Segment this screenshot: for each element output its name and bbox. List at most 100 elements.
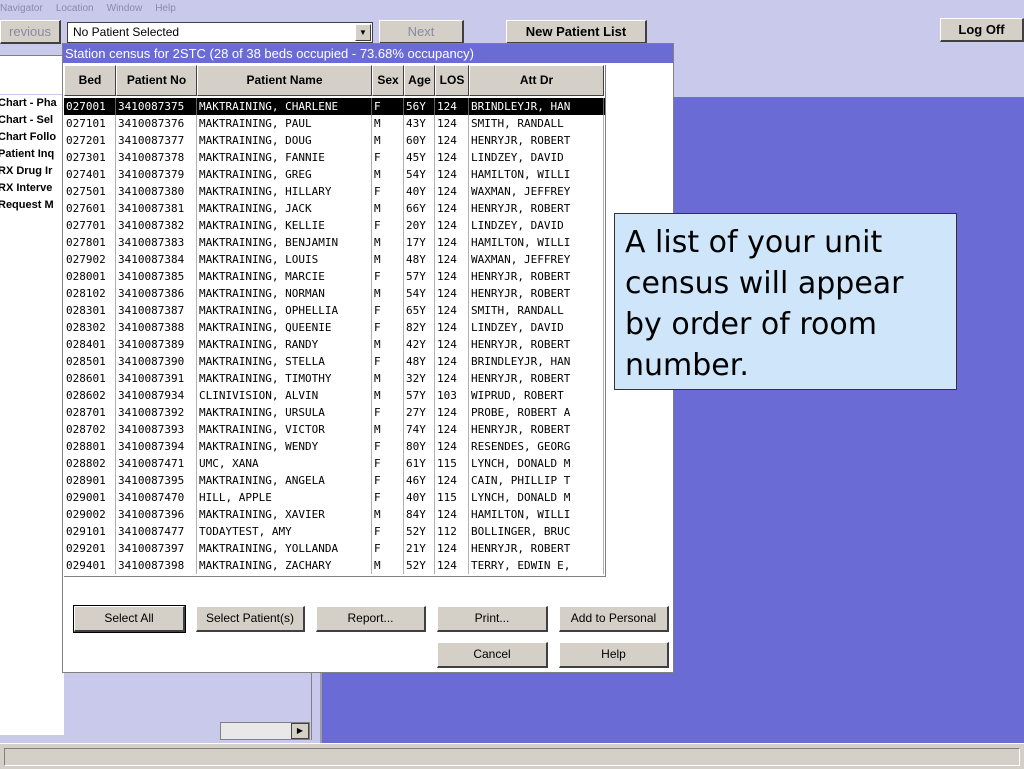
select-all-button[interactable]: Select All xyxy=(73,605,186,633)
table-row[interactable]: 028301 3410087387 MAKTRAINING, OPHELLIA F 65… xyxy=(64,302,605,319)
table-row[interactable]: 028801 3410087394 MAKTRAINING, WENDY F 80Y 12… xyxy=(64,438,605,455)
col-att-dr-cell: HENRYJR, ROBERT xyxy=(469,370,604,387)
function-list-item[interactable]: Request M xyxy=(0,197,64,214)
table-row[interactable]: 029001 3410087470 HILL, APPLE F 40Y 115 LYNCH,… xyxy=(64,489,605,506)
col-sex-cell: F xyxy=(372,183,404,200)
col-patient-no-cell: 3410087387 xyxy=(116,302,197,319)
col-age-cell: 46Y xyxy=(404,472,435,489)
col-patient-name-cell: MAKTRAINING, BENJAMIN xyxy=(197,234,372,251)
patient-select-dropdown[interactable]: No Patient Selected ▼ xyxy=(67,22,373,43)
scroll-right-icon[interactable]: ▶ xyxy=(291,723,309,739)
menu-item[interactable]: Location xyxy=(56,3,94,14)
col-los-cell: 124 xyxy=(435,506,469,523)
menu-item[interactable]: Navigator xyxy=(0,3,43,14)
col-age-cell: 40Y xyxy=(404,489,435,506)
function-list-item[interactable]: Chart - Sel xyxy=(0,112,64,129)
col-patient-no-cell: 3410087471 xyxy=(116,455,197,472)
col-att-dr-cell: LINDZEY, DAVID xyxy=(469,319,604,336)
table-row[interactable]: 027701 3410087382 MAKTRAINING, KELLIE F 20Y 1… xyxy=(64,217,605,234)
table-row[interactable]: 028601 3410087391 MAKTRAINING, TIMOTHY M 32Y… xyxy=(64,370,605,387)
table-row[interactable]: 027201 3410087377 MAKTRAINING, DOUG M 60Y 124… xyxy=(64,132,605,149)
table-row[interactable]: 028501 3410087390 MAKTRAINING, STELLA F 48Y 1… xyxy=(64,353,605,370)
col-sex-cell: F xyxy=(372,302,404,319)
col-att-dr-cell: RESENDES, GEORG xyxy=(469,438,604,455)
col-att-dr-cell: HENRYJR, ROBERT xyxy=(469,421,604,438)
table-row[interactable]: 028401 3410087389 MAKTRAINING, RANDY M 42Y 12… xyxy=(64,336,605,353)
function-list-item[interactable]: RX Interve xyxy=(0,180,64,197)
col-att-dr-cell: HAMILTON, WILLI xyxy=(469,506,604,523)
table-row[interactable]: 029201 3410087397 MAKTRAINING, YOLLANDA F 21… xyxy=(64,540,605,557)
table-row[interactable]: 029401 3410087398 MAKTRAINING, ZACHARY M 52Y… xyxy=(64,557,605,574)
table-row[interactable]: 027401 3410087379 MAKTRAINING, GREG M 54Y 124… xyxy=(64,166,605,183)
col-att-dr-cell: HENRYJR, ROBERT xyxy=(469,268,604,285)
col-sex-header[interactable]: Sex xyxy=(372,65,404,96)
col-los-cell: 124 xyxy=(435,353,469,370)
table-row[interactable]: 028302 3410087388 MAKTRAINING, QUEENIE F 82Y… xyxy=(64,319,605,336)
previous-patient-button[interactable]: revious xyxy=(0,20,61,44)
col-age-cell: 54Y xyxy=(404,285,435,302)
col-att-dr-cell: LINDZEY, DAVID xyxy=(469,149,604,166)
function-list-item[interactable]: Chart Follo xyxy=(0,129,64,146)
table-row[interactable]: 028102 3410087386 MAKTRAINING, NORMAN M 54Y 1… xyxy=(64,285,605,302)
table-row[interactable]: 028001 3410087385 MAKTRAINING, MARCIE F 57Y 1… xyxy=(64,268,605,285)
col-patient-name-cell: MAKTRAINING, WENDY xyxy=(197,438,372,455)
add-to-personal-button[interactable]: Add to Personal xyxy=(559,606,669,632)
col-patient-name-cell: MAKTRAINING, DOUG xyxy=(197,132,372,149)
table-row[interactable]: 028702 3410087393 MAKTRAINING, VICTOR M 74Y 1… xyxy=(64,421,605,438)
table-row[interactable]: 029002 3410087396 MAKTRAINING, XAVIER M 84Y 1… xyxy=(64,506,605,523)
table-row[interactable]: 027301 3410087378 MAKTRAINING, FANNIE F 45Y 1… xyxy=(64,149,605,166)
col-sex-cell: F xyxy=(372,523,404,540)
function-list-item[interactable]: Chart - Pha xyxy=(0,95,64,112)
table-row[interactable]: 028602 3410087934 CLINIVISION, ALVIN M 57Y 10… xyxy=(64,387,605,404)
col-patient-name-header[interactable]: Patient Name xyxy=(197,65,372,96)
table-row[interactable]: 028701 3410087392 MAKTRAINING, URSULA F 27Y 1… xyxy=(64,404,605,421)
col-sex-cell: F xyxy=(372,353,404,370)
table-row[interactable]: 028802 3410087471 UMC, XANA F 61Y 115 LYNCH, D… xyxy=(64,455,605,472)
table-row[interactable]: 027902 3410087384 MAKTRAINING, LOUIS M 48Y 12… xyxy=(64,251,605,268)
chevron-down-icon[interactable]: ▼ xyxy=(355,24,371,41)
col-los-cell: 124 xyxy=(435,183,469,200)
table-row[interactable]: 029101 3410087477 TODAYTEST, AMY F 52Y 112 BOL… xyxy=(64,523,605,540)
menu-item[interactable]: Help xyxy=(155,3,176,14)
col-patient-name-cell: MAKTRAINING, STELLA xyxy=(197,353,372,370)
col-bed-header[interactable]: Bed xyxy=(64,65,116,96)
table-row[interactable]: 027001 3410087375 MAKTRAINING, CHARLENE F 56… xyxy=(64,98,605,115)
col-att-dr-header[interactable]: Att Dr xyxy=(469,65,604,96)
col-bed-cell: 028901 xyxy=(64,472,116,489)
report-button[interactable]: Report... xyxy=(316,606,426,632)
col-patient-no-cell: 3410087397 xyxy=(116,540,197,557)
col-bed-cell: 028401 xyxy=(64,336,116,353)
col-sex-cell: M xyxy=(372,115,404,132)
help-button[interactable]: Help xyxy=(559,642,669,668)
col-bed-cell: 027701 xyxy=(64,217,116,234)
table-row[interactable]: 027801 3410087383 MAKTRAINING, BENJAMIN M 17… xyxy=(64,234,605,251)
function-list-item[interactable]: RX Drug Ir xyxy=(0,163,64,180)
table-row[interactable]: 027501 3410087380 MAKTRAINING, HILLARY F 40Y… xyxy=(64,183,605,200)
print-button[interactable]: Print... xyxy=(437,606,548,632)
col-age-cell: 20Y xyxy=(404,217,435,234)
col-los-cell: 115 xyxy=(435,455,469,472)
col-age-header[interactable]: Age xyxy=(404,65,435,96)
patient-select-value: No Patient Selected xyxy=(73,25,180,39)
col-att-dr-cell: HENRYJR, ROBERT xyxy=(469,285,604,302)
next-patient-button[interactable]: Next xyxy=(379,20,464,44)
log-off-button[interactable]: Log Off xyxy=(940,18,1024,42)
table-row[interactable]: 027601 3410087381 MAKTRAINING, JACK M 66Y 124… xyxy=(64,200,605,217)
function-list-item[interactable]: Patient Inq xyxy=(0,146,64,163)
col-att-dr-cell: WAXMAN, JEFFREY xyxy=(469,183,604,200)
col-los-cell: 124 xyxy=(435,370,469,387)
table-row[interactable]: 028901 3410087395 MAKTRAINING, ANGELA F 46Y 1… xyxy=(64,472,605,489)
col-age-cell: 48Y xyxy=(404,251,435,268)
col-sex-cell: M xyxy=(372,166,404,183)
select-patients-button[interactable]: Select Patient(s) xyxy=(196,606,305,632)
menu-item[interactable]: Window xyxy=(107,3,143,14)
col-att-dr-cell: HAMILTON, WILLI xyxy=(469,166,604,183)
col-sex-cell: F xyxy=(372,438,404,455)
col-patient-no-header[interactable]: Patient No xyxy=(116,65,197,96)
col-los-cell: 115 xyxy=(435,489,469,506)
new-patient-list-button[interactable]: New Patient List xyxy=(506,20,647,44)
table-row[interactable]: 027101 3410087376 MAKTRAINING, PAUL M 43Y 124… xyxy=(64,115,605,132)
cancel-button[interactable]: Cancel xyxy=(437,642,548,668)
horizontal-scrollbar[interactable]: ▶ xyxy=(220,722,310,740)
col-los-header[interactable]: LOS xyxy=(435,65,469,96)
